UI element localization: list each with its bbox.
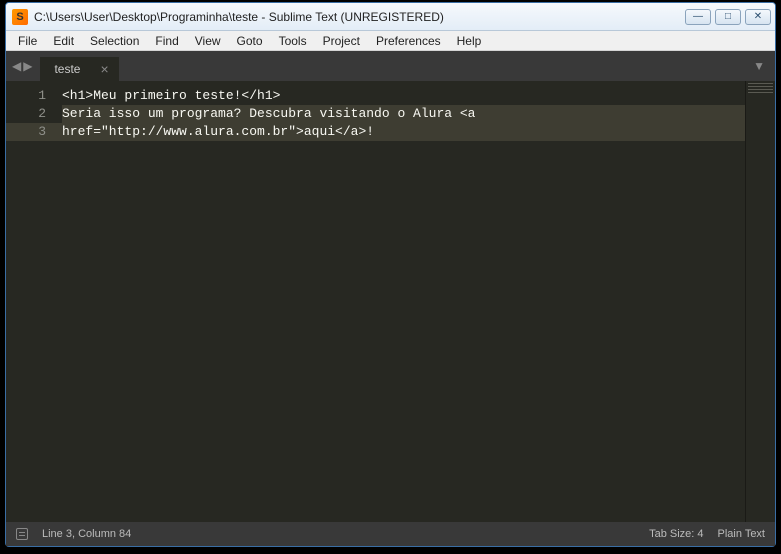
code-area[interactable]: <h1>Meu primeiro teste!</h1>Seria isso u… (62, 81, 745, 522)
nav-forward-icon[interactable]: ▶ (23, 59, 32, 73)
menu-tools[interactable]: Tools (271, 32, 315, 50)
status-position[interactable]: Line 3, Column 84 (42, 528, 131, 540)
nav-back-icon[interactable]: ◀ (12, 59, 21, 73)
statusbar: Line 3, Column 84 Tab Size: 4 Plain Text (6, 522, 775, 546)
menu-view[interactable]: View (187, 32, 229, 50)
close-button[interactable]: ✕ (745, 9, 771, 25)
menu-preferences[interactable]: Preferences (368, 32, 449, 50)
gutter: 1 2 3 (6, 81, 62, 522)
panel-switcher-icon[interactable] (16, 528, 28, 540)
status-tab-size[interactable]: Tab Size: 4 (649, 528, 703, 540)
line-number: 2 (6, 105, 46, 123)
code-line: href="http://www.alura.com.br">aqui</a>! (62, 124, 374, 139)
status-syntax[interactable]: Plain Text (718, 528, 766, 540)
menu-file[interactable]: File (10, 32, 45, 50)
code-line: Seria isso um programa? Descubra visitan… (62, 106, 483, 121)
minimap[interactable] (745, 81, 775, 522)
line-number: 1 (6, 87, 46, 105)
window-controls: — □ ✕ (685, 9, 771, 25)
app-window: S C:\Users\User\Desktop\Programinha\test… (5, 2, 776, 547)
menu-goto[interactable]: Goto (229, 32, 271, 50)
menu-selection[interactable]: Selection (82, 32, 147, 50)
tab-close-icon[interactable]: × (100, 61, 108, 77)
maximize-button[interactable]: □ (715, 9, 741, 25)
window-title: C:\Users\User\Desktop\Programinha\teste … (34, 10, 685, 24)
editor[interactable]: 1 2 3 <h1>Meu primeiro teste!</h1>Seria … (6, 81, 775, 522)
menu-find[interactable]: Find (147, 32, 186, 50)
app-icon: S (12, 9, 28, 25)
menu-edit[interactable]: Edit (45, 32, 82, 50)
minimize-button[interactable]: — (685, 9, 711, 25)
menubar: File Edit Selection Find View Goto Tools… (6, 31, 775, 51)
titlebar[interactable]: S C:\Users\User\Desktop\Programinha\test… (6, 3, 775, 31)
tabbar-dropdown-icon[interactable]: ▼ (753, 59, 765, 73)
menu-help[interactable]: Help (449, 32, 490, 50)
tab-label: teste (54, 62, 80, 76)
tabbar: ◀ ▶ teste × ▼ (6, 51, 775, 81)
menu-project[interactable]: Project (315, 32, 368, 50)
tab-active[interactable]: teste × (40, 57, 118, 81)
line-number-active: 3 (6, 123, 62, 141)
code-line: <h1>Meu primeiro teste!</h1> (62, 87, 745, 105)
